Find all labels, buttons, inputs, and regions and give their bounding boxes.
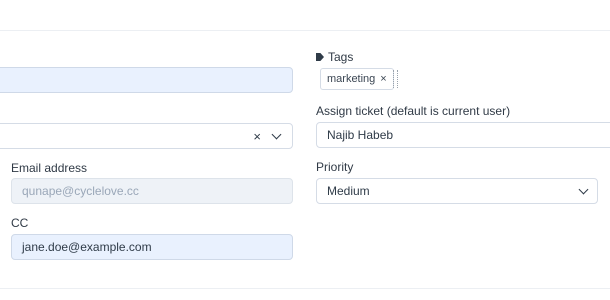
tag-icon — [316, 53, 324, 61]
close-icon[interactable]: × — [253, 129, 261, 144]
priority-value: Medium — [327, 184, 370, 198]
email-label: Email address — [11, 161, 88, 175]
bottom-divider — [0, 288, 610, 289]
text-field-top[interactable] — [0, 67, 293, 93]
chevron-down-icon[interactable] — [271, 129, 282, 139]
email-field[interactable]: qunape@cyclelove.cc — [11, 178, 293, 204]
top-divider — [0, 30, 610, 31]
priority-select[interactable]: Medium — [316, 178, 598, 204]
tag-chip-label: marketing — [327, 73, 376, 85]
assign-value: Najib Habeb — [327, 128, 394, 142]
tag-remove-icon[interactable]: × — [380, 73, 386, 85]
select-field[interactable]: × — [0, 123, 293, 149]
cc-value: jane.doe@example.com — [22, 240, 152, 254]
chevron-down-icon — [578, 184, 589, 194]
cc-field[interactable]: jane.doe@example.com — [11, 234, 293, 260]
assign-field[interactable]: Najib Habeb — [316, 122, 610, 148]
tag-chip[interactable]: marketing × — [320, 68, 394, 90]
tags-label: Tags — [328, 50, 354, 64]
drag-handle-icon[interactable] — [393, 70, 398, 88]
tags-label-row: Tags — [316, 50, 353, 64]
email-placeholder: qunape@cyclelove.cc — [22, 184, 139, 198]
priority-label: Priority — [316, 160, 354, 174]
cc-label: CC — [11, 216, 29, 230]
assign-label: Assign ticket (default is current user) — [316, 104, 511, 118]
